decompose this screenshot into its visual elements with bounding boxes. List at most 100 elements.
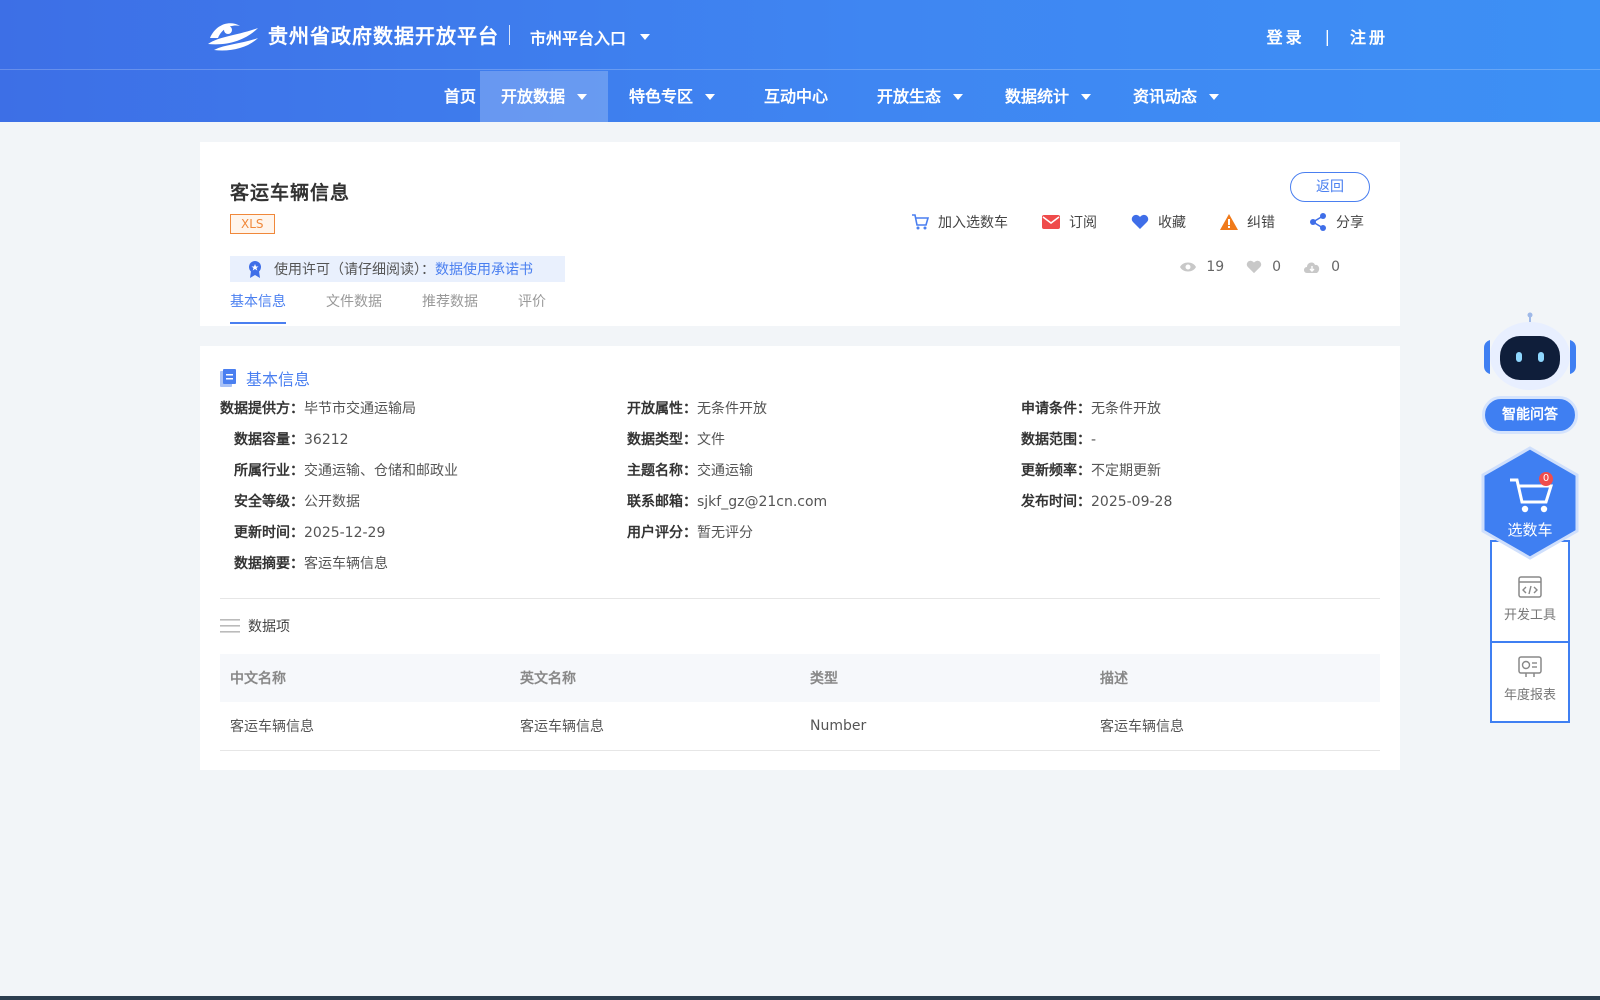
nav-item-label: 开放生态 <box>876 87 941 106</box>
info-field-capacity: 数据容量：36212 <box>234 429 349 449</box>
dataset-header-card: 客运车辆信息 返回 XLS 加入选数车 订阅 收藏 纠错 分享 使用许可（请仔细… <box>200 142 1400 326</box>
views-count: 19 <box>1206 259 1225 275</box>
report-error-button[interactable]: 纠错 <box>1220 212 1275 232</box>
robot-assistant-icon[interactable] <box>1480 312 1580 392</box>
info-value: sjkf_gz@21cn.com <box>697 494 828 510</box>
nav-item-news[interactable]: 资讯动态 <box>1112 71 1240 122</box>
info-label: 数据提供方： <box>220 401 304 417</box>
downloads-stat: 0 <box>1303 259 1340 275</box>
site-header: 贵州省政府数据开放平台 市州平台入口 登录 | 注册 首页 开放数据 特色专区 … <box>0 0 1600 122</box>
column-header: 英文名称 <box>510 654 800 702</box>
auth-separator: | <box>1324 26 1330 46</box>
license-bar: 使用许可（请仔细阅读）： 数据使用承诺书 <box>230 256 565 282</box>
dev-tools-button[interactable]: 开发工具 <box>1492 576 1568 623</box>
likes-stat: 0 <box>1246 259 1281 275</box>
section-divider <box>220 598 1380 599</box>
document-icon <box>220 369 236 387</box>
license-link[interactable]: 数据使用承诺书 <box>435 259 533 279</box>
warning-icon <box>1220 214 1238 230</box>
views-stat: 19 <box>1180 259 1224 275</box>
info-value: 无条件开放 <box>1091 401 1161 417</box>
info-label: 联系邮箱： <box>627 494 697 510</box>
nav-item-statistics[interactable]: 数据统计 <box>984 71 1112 122</box>
cloud-download-icon <box>1304 262 1320 273</box>
tab-basic-info[interactable]: 基本信息 <box>230 290 286 324</box>
info-label: 申请条件： <box>1021 401 1091 417</box>
chevron-down-icon <box>577 93 587 100</box>
likes-count: 0 <box>1272 259 1282 275</box>
annual-report-button[interactable]: 年度报表 <box>1492 656 1568 703</box>
nav-item-interaction[interactable]: 互动中心 <box>736 71 856 122</box>
share-icon <box>1310 213 1326 231</box>
info-label: 数据摘要： <box>234 556 304 572</box>
table-cell: Number <box>800 702 1090 751</box>
info-field-summary: 数据摘要：客运车辆信息 <box>234 553 388 573</box>
table-cell: 客运车辆信息 <box>510 702 800 751</box>
tab-recommended-data[interactable]: 推荐数据 <box>422 290 478 324</box>
info-value: 交通运输、仓储和邮政业 <box>304 463 458 479</box>
tab-file-data[interactable]: 文件数据 <box>326 290 382 324</box>
dataset-stats: 19 0 0 <box>1158 259 1340 275</box>
table-row: 客运车辆信息 客运车辆信息 Number 客运车辆信息 <box>220 702 1380 751</box>
info-field-user-rating: 用户评分：暂无评分 <box>627 522 753 542</box>
favorite-button[interactable]: 收藏 <box>1131 212 1186 232</box>
chevron-down-icon <box>1209 93 1219 100</box>
basic-info-heading: 基本信息 <box>220 366 310 390</box>
info-value: 暂无评分 <box>697 525 753 541</box>
info-field-industry: 所属行业：交通运输、仓储和邮政业 <box>234 460 458 480</box>
annual-report-label: 年度报表 <box>1503 688 1556 703</box>
smart-qa-button[interactable]: 智能问答 <box>1482 396 1578 434</box>
dataset-actions: 加入选数车 订阅 收藏 纠错 分享 <box>877 212 1364 232</box>
info-field-apply-condition: 申请条件：无条件开放 <box>1021 398 1161 418</box>
share-button[interactable]: 分享 <box>1309 212 1364 232</box>
heart-icon <box>1131 214 1149 229</box>
mail-icon <box>1042 215 1060 229</box>
column-header: 描述 <box>1090 654 1380 702</box>
add-to-cart-label: 加入选数车 <box>938 215 1008 231</box>
nav-item-label: 资讯动态 <box>1132 87 1197 106</box>
info-label: 开放属性： <box>627 401 697 417</box>
chevron-down-icon <box>705 93 715 100</box>
column-header: 中文名称 <box>220 654 510 702</box>
info-label: 更新频率： <box>1021 463 1091 479</box>
nav-item-label: 开放数据 <box>500 87 565 106</box>
nav-item-open-data[interactable]: 开放数据 <box>480 71 608 122</box>
format-tag: XLS <box>230 214 275 234</box>
register-link[interactable]: 注册 <box>1350 24 1388 48</box>
info-label: 所属行业： <box>234 463 304 479</box>
downloads-count: 0 <box>1331 259 1340 275</box>
back-button[interactable]: 返回 <box>1290 172 1370 202</box>
login-link[interactable]: 登录 <box>1267 24 1305 48</box>
selection-cart-button[interactable] <box>1480 446 1580 560</box>
cart-label: 选数车 <box>1507 521 1553 539</box>
add-to-cart-button[interactable]: 加入选数车 <box>911 212 1008 232</box>
info-field-provider: 数据提供方：毕节市交通运输局 <box>220 398 416 418</box>
cart-count-badge: 0 <box>1539 472 1553 486</box>
site-title[interactable]: 贵州省政府数据开放平台 <box>268 20 499 49</box>
nav-item-special-zone[interactable]: 特色专区 <box>608 71 736 122</box>
share-label: 分享 <box>1336 215 1364 231</box>
tab-reviews[interactable]: 评价 <box>518 290 546 324</box>
info-field-security-level: 安全等级：公开数据 <box>234 491 360 511</box>
chevron-down-icon <box>953 93 963 100</box>
info-label: 数据类型： <box>627 432 697 448</box>
nav-item-label: 首页 <box>443 87 476 106</box>
info-field-update-time: 更新时间：2025-12-29 <box>234 522 385 542</box>
dataset-tabs: 基本信息 文件数据 推荐数据 评价 <box>230 290 586 324</box>
info-label: 数据范围： <box>1021 432 1091 448</box>
info-field-open-attribute: 开放属性：无条件开放 <box>627 398 767 418</box>
dataset-detail-card: 基本信息 数据提供方：毕节市交通运输局 开放属性：无条件开放 申请条件：无条件开… <box>200 346 1400 770</box>
nav-item-ecosystem[interactable]: 开放生态 <box>856 71 984 122</box>
city-platform-entry[interactable]: 市州平台入口 <box>530 25 651 49</box>
info-value: 毕节市交通运输局 <box>304 401 416 417</box>
dataset-title: 客运车辆信息 <box>230 182 351 204</box>
info-value: - <box>1091 432 1097 448</box>
info-label: 发布时间： <box>1021 494 1091 510</box>
subscribe-button[interactable]: 订阅 <box>1042 212 1097 232</box>
platform-logo-icon[interactable] <box>206 16 260 54</box>
sidebar-tools: 开发工具 年度报表 <box>1490 540 1570 723</box>
award-icon <box>249 261 261 278</box>
chevron-down-icon <box>1081 93 1091 100</box>
info-value: 公开数据 <box>304 494 360 510</box>
table-cell: 客运车辆信息 <box>1090 702 1380 751</box>
